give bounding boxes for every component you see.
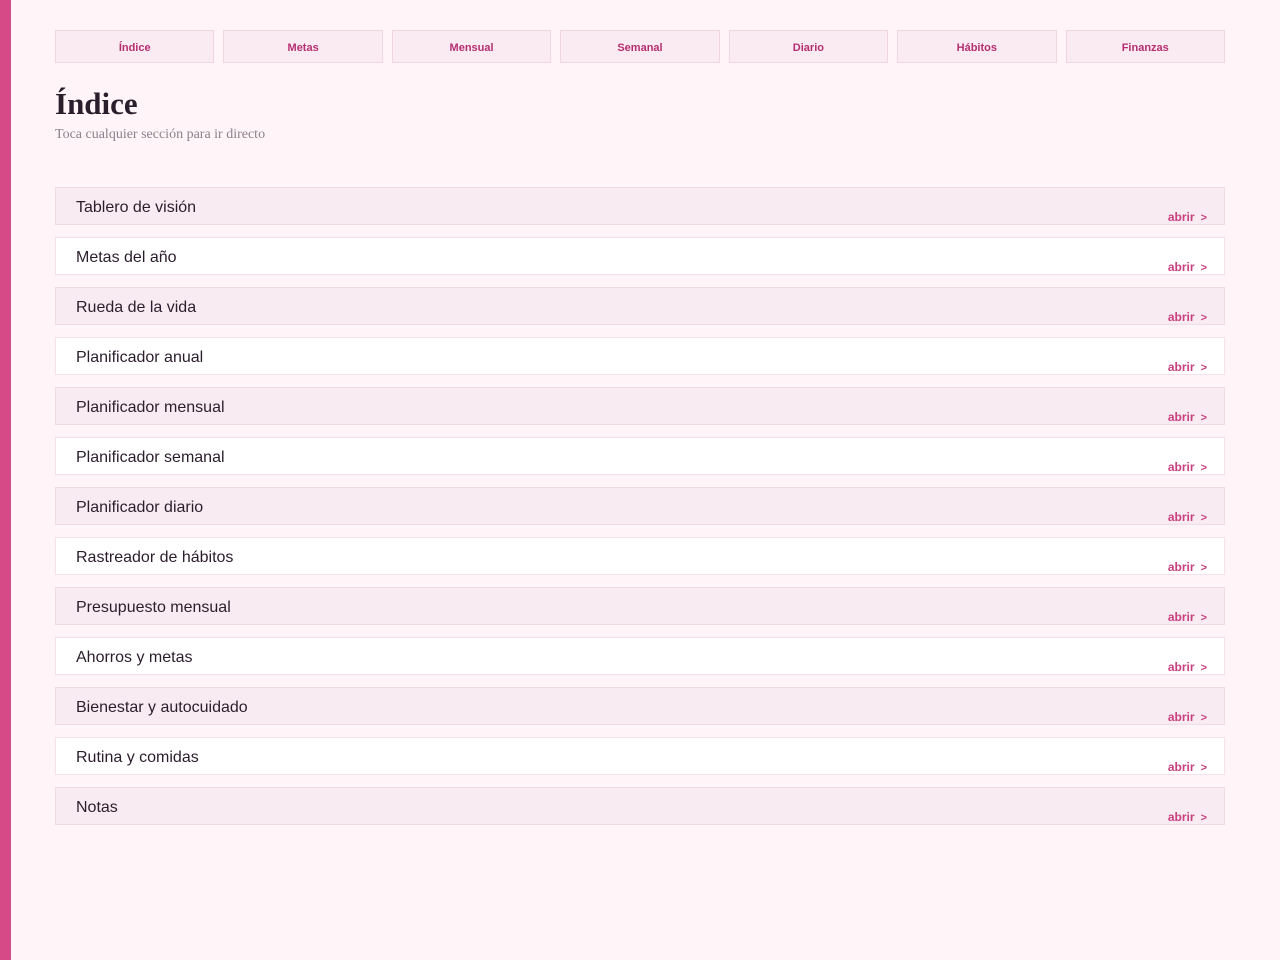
- section-link-notas[interactable]: Notas abrir >: [55, 787, 1225, 825]
- open-link[interactable]: abrir >: [1168, 710, 1207, 725]
- page-subtitle: Toca cualquier sección para ir directo: [55, 127, 266, 142]
- section-link-planificador-semanal[interactable]: Planificador semanal abrir >: [55, 437, 1225, 475]
- open-label: abrir: [1167, 710, 1195, 724]
- open-link[interactable]: abrir >: [1168, 810, 1207, 825]
- chevron-right-icon: >: [1200, 462, 1207, 474]
- top-nav-tabs: Índice Metas Mensual Semanal Diario Hábi…: [55, 30, 1225, 63]
- open-link[interactable]: abrir >: [1168, 660, 1207, 675]
- section-name: Tablero de visión: [76, 199, 197, 216]
- section-name: Planificador mensual: [76, 399, 225, 416]
- section-name: Rastreador de hábitos: [76, 549, 234, 566]
- open-link[interactable]: abrir >: [1168, 760, 1207, 775]
- open-link[interactable]: abrir >: [1168, 210, 1207, 225]
- chevron-right-icon: >: [1200, 412, 1207, 424]
- open-label: abrir: [1167, 510, 1195, 524]
- open-label: abrir: [1167, 360, 1195, 374]
- tab-mensual[interactable]: Mensual: [391, 30, 552, 63]
- section-link-rueda-de-la-vida[interactable]: Rueda de la vida abrir >: [55, 287, 1225, 325]
- section-name: Rueda de la vida: [76, 299, 197, 316]
- open-link[interactable]: abrir >: [1168, 410, 1207, 425]
- section-link-ahorros-y-metas[interactable]: Ahorros y metas abrir >: [55, 637, 1225, 675]
- section-name: Planificador semanal: [76, 449, 225, 466]
- section-name: Ahorros y metas: [76, 649, 193, 666]
- chevron-right-icon: >: [1200, 312, 1207, 324]
- section-link-planificador-anual[interactable]: Planificador anual abrir >: [55, 337, 1225, 375]
- open-link[interactable]: abrir >: [1168, 610, 1207, 625]
- tab-habitos[interactable]: Hábitos: [897, 30, 1057, 63]
- open-link[interactable]: abrir >: [1168, 460, 1207, 475]
- open-label: abrir: [1167, 410, 1195, 424]
- open-label: abrir: [1167, 760, 1195, 774]
- open-label: abrir: [1167, 560, 1195, 574]
- chevron-right-icon: >: [1200, 762, 1207, 774]
- open-label: abrir: [1167, 260, 1195, 274]
- section-name: Rutina y comidas: [76, 749, 199, 766]
- section-link-planificador-diario[interactable]: Planificador diario abrir >: [55, 487, 1225, 525]
- section-link-rastreador-de-habitos[interactable]: Rastreador de hábitos abrir >: [55, 537, 1225, 575]
- section-name: Planificador anual: [76, 349, 204, 366]
- tab-indice[interactable]: Índice: [55, 30, 215, 63]
- tab-finanzas[interactable]: Finanzas: [1065, 30, 1225, 63]
- open-label: abrir: [1167, 210, 1195, 224]
- chevron-right-icon: >: [1200, 712, 1207, 724]
- section-link-rutina-y-comidas[interactable]: Rutina y comidas abrir >: [55, 737, 1225, 775]
- open-link[interactable]: abrir >: [1168, 560, 1207, 575]
- section-list: Tablero de visión abrir > Metas del año a…: [55, 187, 1225, 837]
- chevron-right-icon: >: [1200, 262, 1207, 274]
- open-label: abrir: [1167, 610, 1195, 624]
- section-link-bienestar-y-autocuidado[interactable]: Bienestar y autocuidado abrir >: [55, 687, 1225, 725]
- chevron-right-icon: >: [1200, 562, 1207, 574]
- chevron-right-icon: >: [1200, 612, 1207, 624]
- open-link[interactable]: abrir >: [1168, 510, 1207, 525]
- section-name: Presupuesto mensual: [76, 599, 231, 616]
- tab-semanal[interactable]: Semanal: [560, 30, 720, 63]
- open-label: abrir: [1167, 460, 1195, 474]
- chevron-right-icon: >: [1200, 662, 1207, 674]
- section-link-planificador-mensual[interactable]: Planificador mensual abrir >: [55, 387, 1225, 425]
- chevron-right-icon: >: [1200, 512, 1207, 524]
- open-link[interactable]: abrir >: [1168, 260, 1207, 275]
- chevron-right-icon: >: [1200, 212, 1207, 224]
- section-link-presupuesto-mensual[interactable]: Presupuesto mensual abrir >: [55, 587, 1225, 625]
- section-link-tablero-de-vision[interactable]: Tablero de visión abrir >: [55, 187, 1225, 225]
- open-label: abrir: [1167, 310, 1195, 324]
- page-title: Índice: [55, 86, 138, 121]
- tab-diario[interactable]: Diario: [728, 30, 889, 63]
- open-label: abrir: [1167, 660, 1195, 674]
- open-label: abrir: [1167, 810, 1195, 824]
- section-name: Metas del año: [76, 249, 177, 266]
- chevron-right-icon: >: [1200, 362, 1207, 374]
- tab-metas[interactable]: Metas: [223, 30, 383, 63]
- section-link-metas-del-ano[interactable]: Metas del año abrir >: [55, 237, 1225, 275]
- open-link[interactable]: abrir >: [1168, 310, 1207, 325]
- section-name: Notas: [76, 799, 118, 816]
- chevron-right-icon: >: [1200, 812, 1207, 824]
- open-link[interactable]: abrir >: [1168, 360, 1207, 375]
- section-name: Bienestar y autocuidado: [76, 699, 248, 716]
- section-name: Planificador diario: [76, 499, 204, 516]
- accent-bar: [0, 0, 11, 960]
